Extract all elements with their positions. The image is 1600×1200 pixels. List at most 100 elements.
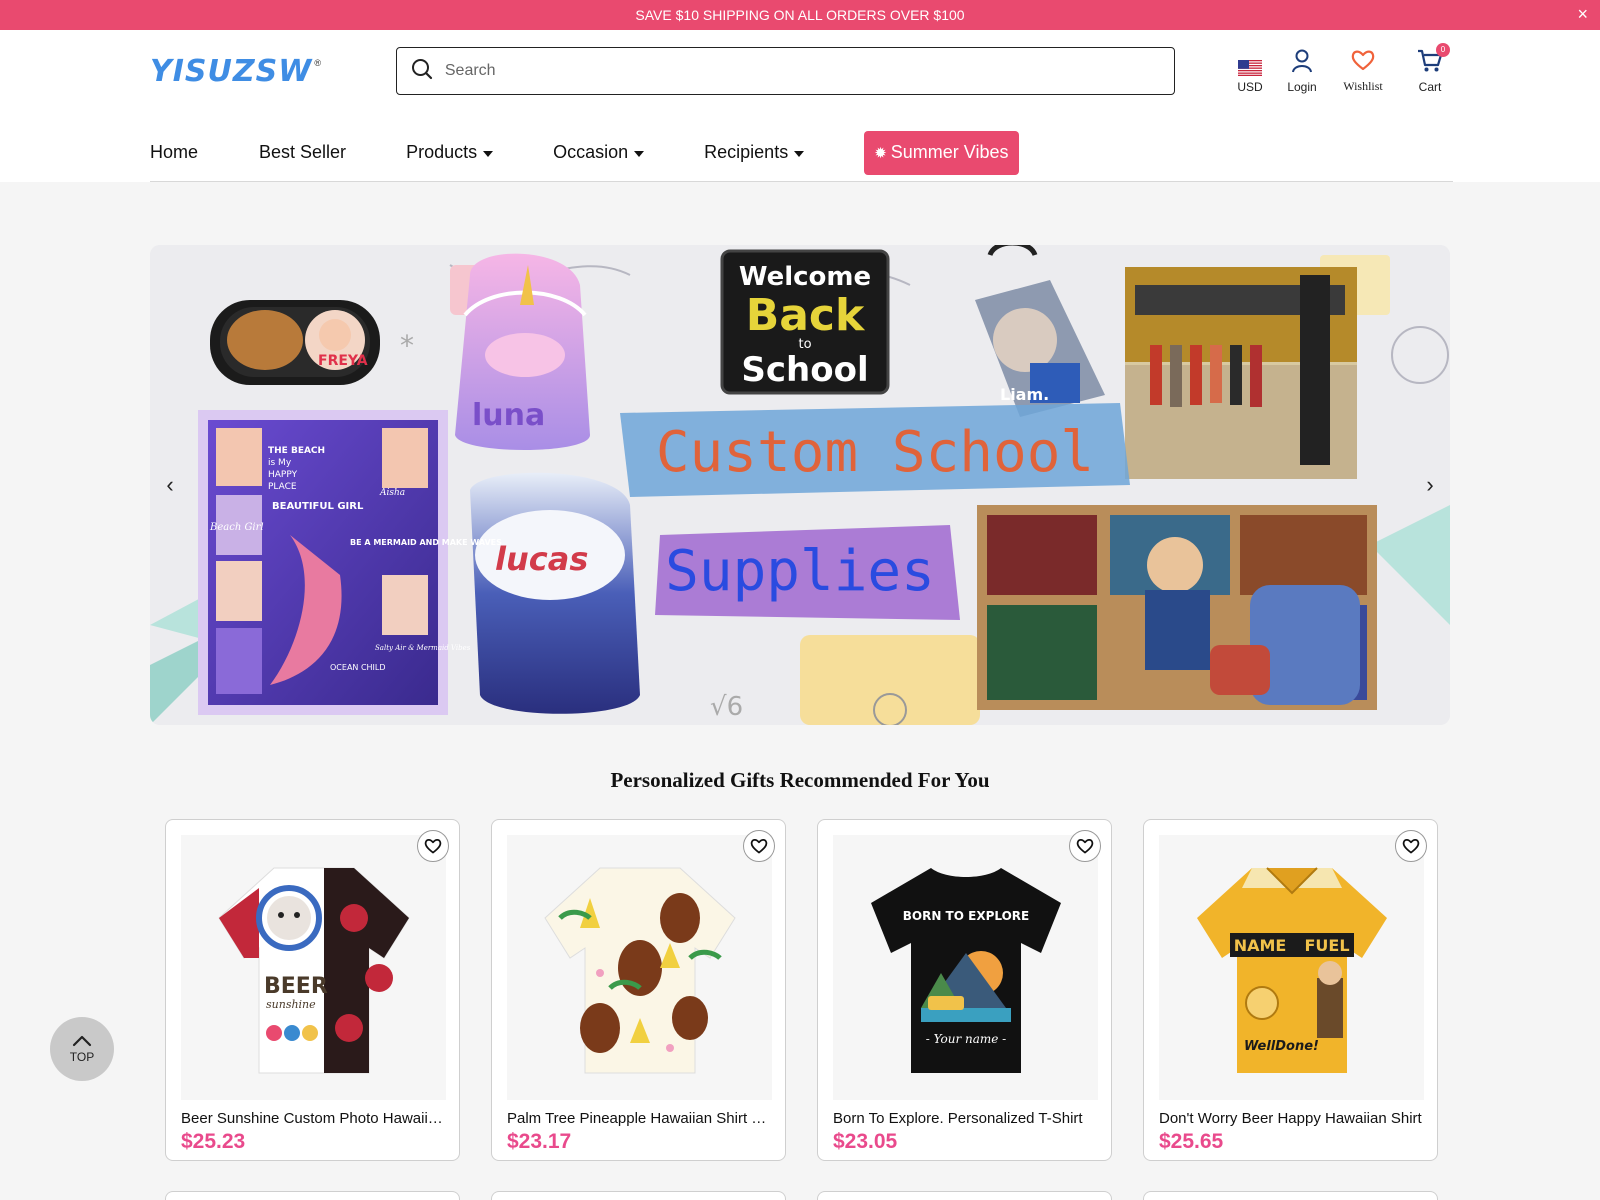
nav-home-label: Home	[150, 142, 199, 162]
print-beer: BEER	[264, 974, 328, 999]
product-card[interactable]	[165, 1191, 460, 1200]
product-card[interactable]: BORN TO EXPLORE - Your name - Born To Ex…	[817, 819, 1112, 1161]
logo-text: YISUZSW	[150, 53, 313, 89]
close-icon[interactable]: ×	[1577, 4, 1588, 24]
product-title[interactable]: Born To Explore. Personalized T-Shirt	[833, 1110, 1096, 1127]
caret-down-icon	[634, 150, 645, 157]
caret-down-icon	[483, 150, 494, 157]
product-card[interactable]	[817, 1191, 1112, 1200]
nav-summer-vibes[interactable]: ✹ Summer Vibes	[864, 130, 1019, 175]
blanket-text-9: Salty Air & Mermaid Vibes	[375, 644, 471, 652]
banner-name-lucas: lucas	[495, 540, 588, 578]
product-price: $25.65	[1159, 1130, 1224, 1153]
wishlist-heart-icon[interactable]	[1395, 830, 1427, 862]
hero-banner[interactable]: * √6 FREYA luna Welcome Back to School L…	[150, 245, 1450, 725]
back-to-top-label: TOP	[69, 1049, 95, 1064]
banner-headline-1: Custom School	[656, 420, 1094, 485]
banner-headline-2: Supplies	[665, 539, 935, 604]
logo-registered-mark: ®	[314, 57, 321, 68]
product-grid-row-2	[165, 1191, 1438, 1200]
blanket-text-1: THE BEACH	[268, 446, 325, 456]
product-price: $23.05	[833, 1130, 898, 1153]
banner-name-freya: FREYA	[318, 353, 368, 369]
section-title: Personalized Gifts Recommended For You	[610, 768, 990, 792]
nav-summer-label: Summer Vibes	[890, 142, 1009, 162]
blanket-text-2: is My	[268, 458, 292, 468]
print-born-to-explore: BORN TO EXPLORE	[902, 909, 1028, 923]
wishlist-heart-icon[interactable]	[1069, 830, 1101, 862]
product-image[interactable]: BEER sunshine	[181, 835, 446, 1100]
chalk-school: School	[741, 350, 868, 390]
chalk-welcome: Welcome	[739, 262, 871, 292]
blanket-text-8: Aisha	[379, 488, 405, 498]
cart-count-badge: 0	[1436, 42, 1450, 57]
wishlist-heart-icon[interactable]	[743, 830, 775, 862]
nav-occasion[interactable]: Occasion	[553, 142, 645, 163]
product-price: $23.17	[507, 1130, 572, 1153]
logo[interactable]: YISUZSW ®	[150, 54, 347, 89]
print-sunshine: sunshine	[266, 998, 316, 1011]
product-card[interactable]: BEER sunshine Beer Sunshine Custom Photo…	[165, 819, 460, 1161]
nav-recipients[interactable]: Recipients	[704, 142, 805, 163]
product-card[interactable]	[491, 1191, 786, 1200]
header-icons: USD Login Wishlist 0 Cart	[1232, 42, 1450, 94]
banner-name-liam: Liam.	[1000, 385, 1049, 404]
product-title[interactable]: Palm Tree Pineapple Hawaiian Shirt Custo…	[507, 1110, 770, 1127]
print-fuel: FUEL	[1304, 936, 1349, 955]
nav-products[interactable]: Products	[406, 142, 494, 163]
us-flag-icon	[1238, 59, 1262, 76]
product-card[interactable]: Palm Tree Pineapple Hawaiian Shirt Custo…	[491, 819, 786, 1161]
blanket-text-4: PLACE	[268, 482, 297, 492]
wishlist-label: Wishlist	[1343, 78, 1383, 93]
banner-prev-arrow[interactable]: ‹	[160, 470, 180, 500]
announcement-bar: SAVE $10 SHIPPING ON ALL ORDERS OVER $10…	[0, 0, 1600, 30]
main-nav: Home Best Seller Products Occasion Recip…	[150, 124, 1453, 182]
search-box[interactable]	[395, 47, 1175, 95]
product-grid: BEER sunshine Beer Sunshine Custom Photo…	[165, 819, 1438, 1161]
svg-text:*: *	[400, 329, 414, 362]
site-header: YISUZSW ® USD	[0, 30, 1600, 112]
print-your-name: - Your name -	[925, 1032, 1005, 1046]
banner-name-luna: luna	[472, 398, 545, 433]
product-price: $25.23	[181, 1130, 246, 1153]
wishlist-button[interactable]: Wishlist	[1334, 49, 1392, 94]
blanket-text-7: BE A MERMAID AND MAKE WAVES	[350, 538, 502, 547]
login-button[interactable]: Login	[1278, 49, 1326, 94]
product-title[interactable]: Beer Sunshine Custom Photo Hawaiian Shir…	[181, 1110, 444, 1127]
chevron-up-icon	[72, 1035, 92, 1050]
blanket-text-3: HAPPY	[268, 470, 298, 480]
chalk-back: Back	[746, 290, 866, 341]
nav-best-seller-label: Best Seller	[259, 142, 347, 162]
nav-best-seller[interactable]: Best Seller	[259, 142, 346, 163]
product-image[interactable]: NAME FUEL WellDone!	[1159, 835, 1424, 1100]
banner-artwork: * √6 FREYA luna Welcome Back to School L…	[150, 245, 1450, 725]
product-image[interactable]	[507, 835, 772, 1100]
product-title[interactable]: Don't Worry Beer Happy Hawaiian Shirt	[1159, 1110, 1422, 1127]
wishlist-heart-icon[interactable]	[417, 830, 449, 862]
blanket-text-5: BEAUTIFUL GIRL	[272, 501, 364, 512]
svg-text:√6: √6	[710, 692, 743, 722]
banner-next-arrow[interactable]: ›	[1420, 470, 1440, 500]
caret-down-icon	[794, 150, 805, 157]
user-icon	[1291, 49, 1313, 76]
cart-label: Cart	[1418, 79, 1442, 94]
announcement-text: SAVE $10 SHIPPING ON ALL ORDERS OVER $10…	[635, 7, 965, 23]
print-name: NAME	[1233, 936, 1286, 955]
product-card[interactable]: NAME FUEL WellDone! Don't Worry Beer Hap…	[1143, 819, 1438, 1161]
login-label: Login	[1287, 79, 1317, 94]
product-image[interactable]: BORN TO EXPLORE - Your name -	[833, 835, 1098, 1100]
main-nav-wrapper: Home Best Seller Products Occasion Recip…	[0, 112, 1600, 182]
back-to-top-button[interactable]: TOP	[50, 1017, 114, 1081]
currency-label: USD	[1237, 79, 1263, 94]
nav-home[interactable]: Home	[150, 142, 198, 163]
cart-button[interactable]: 0 Cart	[1410, 42, 1450, 94]
print-welldone: WellDone!	[1244, 1039, 1319, 1054]
nav-products-label: Products	[406, 142, 478, 162]
nav-recipients-label: Recipients	[704, 142, 789, 162]
search-icon[interactable]	[411, 58, 433, 85]
product-card[interactable]	[1143, 1191, 1438, 1200]
blanket-text-10: OCEAN CHILD	[330, 663, 386, 672]
search-input[interactable]	[444, 62, 1120, 80]
currency-selector[interactable]: USD	[1232, 59, 1268, 94]
heart-icon	[1351, 49, 1375, 75]
